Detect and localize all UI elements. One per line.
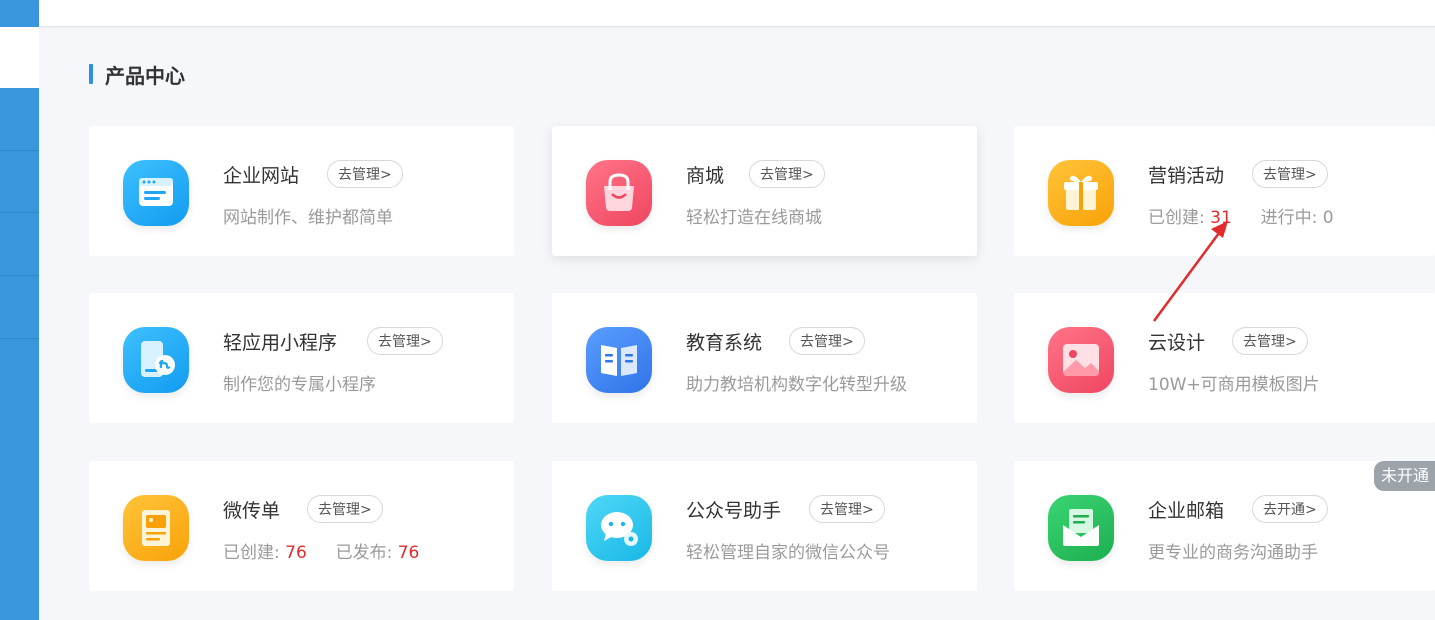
- manage-button[interactable]: 去管理>: [1252, 160, 1328, 188]
- card-title: 商城: [686, 165, 725, 187]
- gift-icon: [1048, 160, 1114, 226]
- wechat-icon: [586, 495, 652, 561]
- card-description: 10W+可商用模板图片: [1148, 375, 1320, 395]
- card-description: 轻松管理自家的微信公众号: [686, 543, 890, 563]
- mail-icon: [1048, 495, 1114, 561]
- card-title: 企业邮箱: [1148, 500, 1225, 522]
- manage-button[interactable]: 去管理>: [1232, 327, 1308, 355]
- sidebar-divider: [0, 150, 39, 151]
- manage-button[interactable]: 去管理>: [789, 327, 865, 355]
- card-title: 教育系统: [686, 332, 763, 354]
- card-description: 轻松打造在线商城: [686, 208, 822, 228]
- card-description: 更专业的商务沟通助手: [1148, 543, 1318, 563]
- running-count: 0: [1322, 208, 1334, 228]
- status-badge: 未开通: [1374, 461, 1435, 491]
- card-title: 微传单: [223, 500, 281, 522]
- mini-program-icon: [123, 327, 189, 393]
- card-title: 云设计: [1148, 332, 1206, 354]
- shopping-bag-icon: [586, 160, 652, 226]
- book-icon: [586, 327, 652, 393]
- manage-button[interactable]: 去管理>: [809, 495, 885, 523]
- section-accent-bar: [89, 64, 93, 84]
- running-label: 进行中:: [1260, 208, 1318, 228]
- sidebar: [0, 0, 39, 620]
- product-card-enterprise-mail[interactable]: 企业邮箱 去开通> 更专业的商务沟通助手: [1014, 461, 1435, 591]
- card-description: 制作您的专属小程序: [223, 375, 376, 395]
- published-count: 76: [397, 543, 420, 563]
- card-title: 企业网站: [223, 165, 300, 187]
- section-title: 产品中心: [105, 63, 185, 88]
- manage-button[interactable]: 去管理>: [367, 327, 443, 355]
- card-title: 营销活动: [1148, 165, 1225, 187]
- card-title: 公众号助手: [686, 500, 782, 522]
- product-card-flyer[interactable]: 微传单 去管理> 已创建: 76 已发布: 76: [89, 461, 514, 591]
- product-card-website[interactable]: 企业网站 去管理> 网站制作、维护都简单: [89, 126, 514, 256]
- product-card-wechat-assistant[interactable]: 公众号助手 去管理> 轻松管理自家的微信公众号: [552, 461, 977, 591]
- website-icon: [123, 160, 189, 226]
- manage-button[interactable]: 去管理>: [307, 495, 383, 523]
- annotation-arrow: [1152, 221, 1228, 322]
- product-card-education[interactable]: 教育系统 去管理> 助力教培机构数字化转型升级: [552, 293, 977, 423]
- top-bar: [39, 0, 1435, 27]
- image-icon: [1048, 327, 1114, 393]
- sidebar-divider: [0, 212, 39, 213]
- published-label: 已发布:: [335, 543, 393, 563]
- manage-button[interactable]: 去管理>: [749, 160, 825, 188]
- section-header: 产品中心: [89, 60, 185, 88]
- manage-button[interactable]: 去管理>: [327, 160, 403, 188]
- sidebar-active-item[interactable]: [0, 27, 39, 88]
- sidebar-divider: [0, 275, 39, 276]
- product-card-mall[interactable]: 商城 去管理> 轻松打造在线商城: [552, 126, 977, 256]
- created-count: 76: [285, 543, 307, 563]
- card-stats: 已创建: 76 已发布: 76: [223, 538, 419, 563]
- card-description: 网站制作、维护都简单: [223, 208, 393, 228]
- card-description: 助力教培机构数字化转型升级: [686, 375, 907, 395]
- sidebar-divider: [0, 338, 39, 339]
- flyer-icon: [123, 495, 189, 561]
- created-label: 已创建:: [223, 543, 280, 563]
- open-service-button[interactable]: 去开通>: [1252, 495, 1328, 523]
- product-card-mini-program[interactable]: 轻应用小程序 去管理> 制作您的专属小程序: [89, 293, 514, 423]
- card-title: 轻应用小程序: [223, 332, 338, 354]
